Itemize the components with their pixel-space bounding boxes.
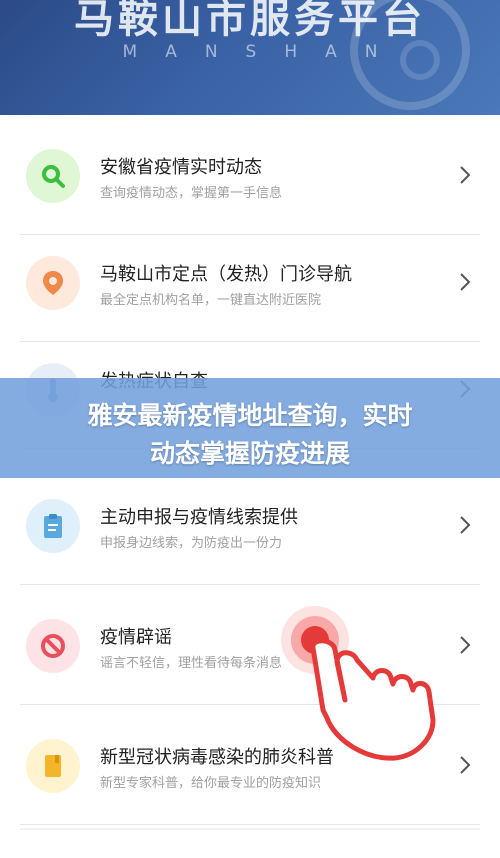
chevron-right-icon [460, 166, 471, 184]
page-subtitle: MANSHAN [122, 42, 406, 62]
item-desc: 最全定点机构名单，一键直达附近医院 [100, 293, 322, 308]
item-desc: 查询疫情动态，掌握第一手信息 [100, 186, 283, 201]
item-desc: 谣言不轻信，理性看待每条消息 [100, 656, 283, 671]
chevron-right-icon [460, 636, 471, 654]
list-item-fever-clinic[interactable]: 马鞍山市定点（发热）门诊导航 最全定点机构名单，一键直达附近医院 [20, 222, 480, 342]
item-title: 马鞍山市定点（发热）门诊导航 [100, 264, 352, 285]
bottom-divider [20, 828, 480, 830]
item-title: 安徽省疫情实时动态 [100, 157, 262, 178]
location-pin-icon [26, 256, 80, 310]
item-title: 疫情辟谣 [100, 627, 172, 648]
headline-line-2: 动态掌握防疫进展 [149, 439, 350, 468]
tap-hand-icon [281, 606, 436, 761]
chevron-right-icon [460, 756, 471, 774]
list-item-report-clues[interactable]: 主动申报与疫情线索提供 申报身边线索，为防疫出一份力 [20, 465, 480, 585]
headline-overlay: 雅安最新疫情地址查询，实时 动态掌握防疫进展 [0, 378, 500, 478]
ban-icon [26, 619, 80, 673]
search-icon [26, 149, 80, 203]
book-icon [26, 739, 80, 793]
chevron-right-icon [460, 273, 471, 291]
item-title: 主动申报与疫情线索提供 [100, 507, 298, 528]
clipboard-icon [26, 499, 80, 553]
page-title: 马鞍山市服务平台 [74, 0, 426, 42]
header-banner: 马鞍山市服务平台 MANSHAN [0, 0, 500, 115]
headline-line-1: 雅安最新疫情地址查询，实时 [87, 401, 413, 430]
item-desc: 申报身边线索，为防疫出一份力 [100, 536, 283, 551]
chevron-right-icon [460, 516, 471, 534]
list-item-covid-dynamics[interactable]: 安徽省疫情实时动态 查询疫情动态，掌握第一手信息 [20, 115, 480, 235]
